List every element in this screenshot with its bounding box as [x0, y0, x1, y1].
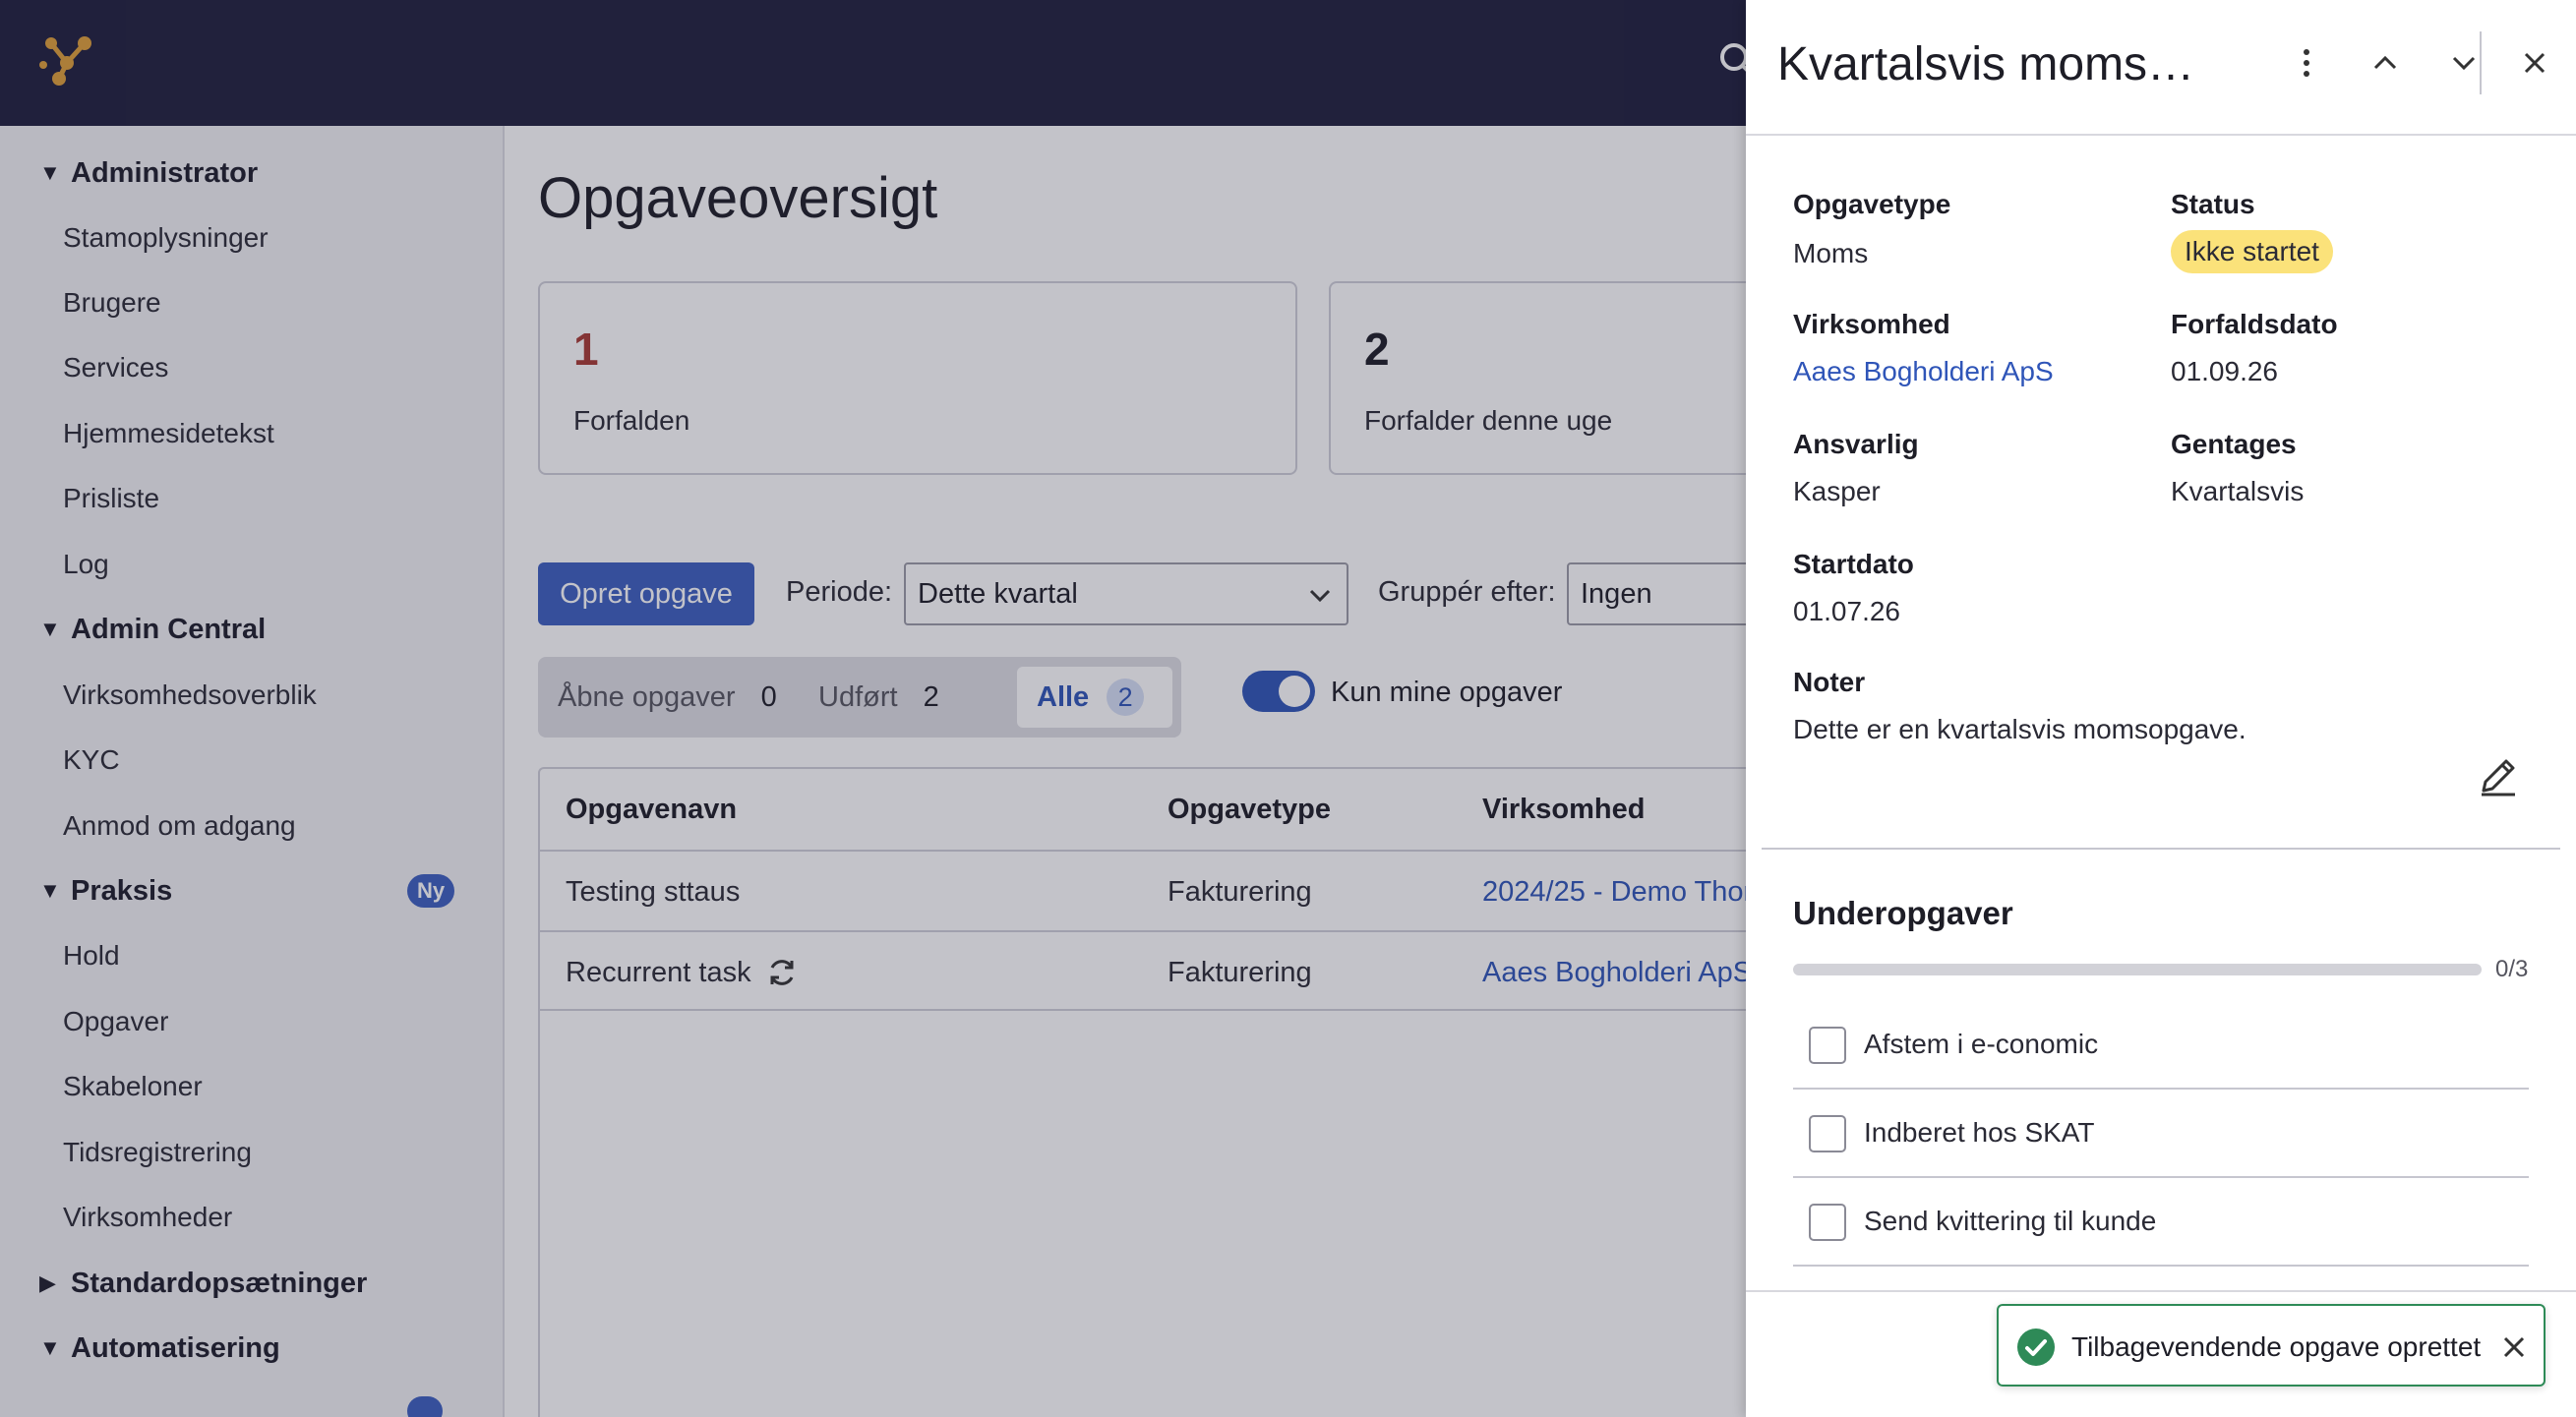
chevron-down-icon[interactable] — [2444, 43, 2484, 83]
repeat-value: Kvartalsvis — [2171, 476, 2305, 506]
drawer-footer-divider — [1746, 1290, 2576, 1292]
subtask-item: Indberet hos SKAT — [1793, 1090, 2529, 1178]
drawer-title: Kvartalsvis moms… — [1777, 38, 2195, 90]
subtask-item: Send kvittering til kunde — [1793, 1178, 2529, 1267]
close-icon[interactable] — [2515, 43, 2554, 83]
toast-message: Tilbagevendende opgave oprettet — [2071, 1331, 2482, 1362]
subtask-checkbox[interactable] — [1809, 1204, 1846, 1241]
subtask-label: Afstem i e-conomic — [1864, 1029, 2099, 1059]
success-toast: Tilbagevendende opgave oprettet — [1997, 1304, 2546, 1387]
repeat-label: Gentages — [2171, 429, 2297, 459]
header-divider — [2480, 31, 2482, 94]
edit-pencil-icon[interactable] — [2476, 753, 2521, 798]
notes-label: Noter — [1793, 667, 1866, 697]
check-circle-icon — [2017, 1328, 2055, 1366]
task-detail-drawer: Kvartalsvis moms… Opgavetype Moms Status… — [1746, 0, 2576, 1417]
chevron-up-icon[interactable] — [2366, 43, 2405, 83]
subtask-item: Afstem i e-conomic — [1793, 1001, 2529, 1090]
due-date-value: 01.09.26 — [2171, 356, 2278, 386]
task-type-value: Moms — [1793, 238, 1869, 268]
modal-backdrop[interactable] — [0, 0, 1746, 1417]
more-options-icon[interactable] — [2287, 43, 2326, 83]
subtask-label: Indberet hos SKAT — [1864, 1117, 2095, 1148]
notes-value: Dette er en kvartalsvis momsopgave. — [1793, 714, 2247, 744]
close-icon[interactable] — [2500, 1333, 2528, 1361]
task-type-label: Opgavetype — [1793, 189, 1951, 219]
company-link[interactable]: Aaes Bogholderi ApS — [1793, 356, 2054, 387]
subtasks-progress-bar — [1793, 964, 2482, 975]
owner-label: Ansvarlig — [1793, 429, 1919, 459]
due-date-label: Forfaldsdato — [2171, 309, 2338, 339]
drawer-header-divider — [1746, 134, 2576, 136]
owner-value: Kasper — [1793, 476, 1881, 506]
subtask-checkbox[interactable] — [1809, 1115, 1846, 1152]
subtask-checkbox[interactable] — [1809, 1027, 1846, 1064]
subtasks-title: Underopgaver — [1793, 895, 2013, 931]
start-date-value: 01.07.26 — [1793, 596, 1900, 626]
status-badge[interactable]: Ikke startet — [2171, 230, 2333, 273]
subtasks-progress-text: 0/3 — [2495, 956, 2529, 982]
subtask-label: Send kvittering til kunde — [1864, 1206, 2157, 1236]
status-label: Status — [2171, 189, 2255, 219]
start-date-label: Startdato — [1793, 549, 1914, 579]
section-divider — [1762, 848, 2560, 850]
company-label: Virksomhed — [1793, 309, 1950, 339]
